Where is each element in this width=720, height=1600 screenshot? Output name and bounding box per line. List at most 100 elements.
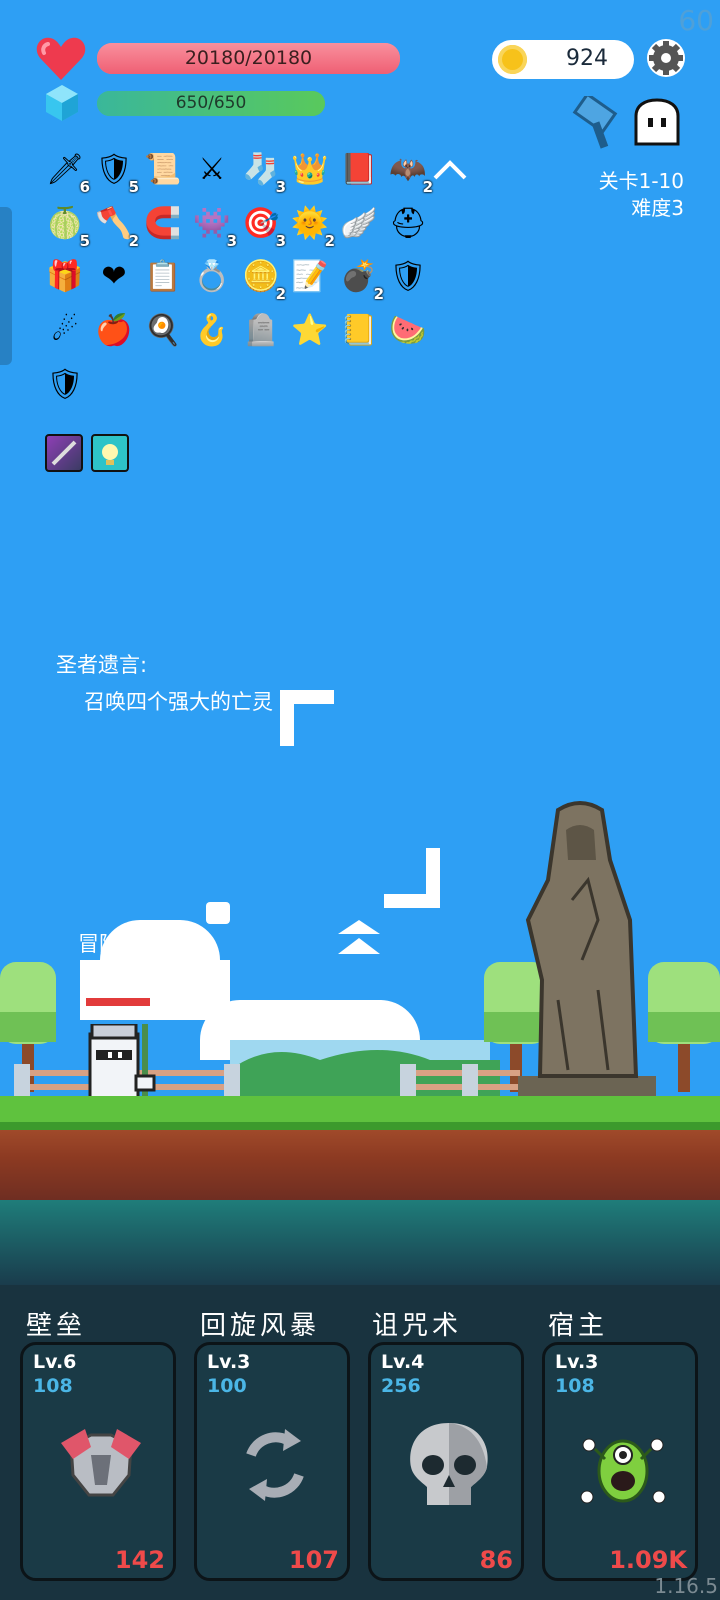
settings-gear-icon[interactable] <box>646 38 686 78</box>
skill-name: 宿主 <box>548 1311 609 1341</box>
skull-icon <box>399 1415 499 1515</box>
inventory-item[interactable]: 🍳 <box>140 307 186 353</box>
broadsword-icon: ⚔ <box>198 151 226 187</box>
active-skill-slot-slash[interactable] <box>45 434 83 472</box>
inventory-item[interactable]: 🎯 3 <box>238 200 286 251</box>
story-speaker: 圣者遗言: <box>56 653 148 677</box>
ghost-companion-icon[interactable] <box>632 98 682 148</box>
guardian-shield-icon: 🛡 <box>45 366 85 402</box>
checklist-icon: 📝 <box>291 258 329 294</box>
inventory-item[interactable]: 🛡 <box>42 361 88 407</box>
skill-level: Lv.6 <box>33 1351 77 1373</box>
stage-difficulty: 难度3 <box>631 196 684 220</box>
mp-bar: 650/650 <box>97 91 325 116</box>
angel-wing-icon: 🪽 <box>340 205 378 241</box>
hp-bar: 20180/20180 <box>97 43 400 74</box>
inventory-item[interactable]: 🍈 5 <box>42 200 90 251</box>
skill-card[interactable]: Lv.6 108 142 <box>20 1342 176 1581</box>
skill-card[interactable]: Lv.3 100 107 <box>194 1342 350 1581</box>
knight-hero[interactable] <box>86 1022 162 1102</box>
inventory-item[interactable]: 📒 <box>336 307 382 353</box>
heart-icon: ❤ <box>101 258 127 294</box>
collapse-chevron-icon[interactable] <box>432 158 468 182</box>
inventory-item[interactable]: 🍎 <box>91 307 137 353</box>
watermelon-icon: 🍉 <box>389 312 427 348</box>
active-skill-slot-light[interactable] <box>91 434 129 472</box>
inventory-item[interactable]: 🪓 2 <box>91 200 139 251</box>
item-count: 2 <box>128 232 139 250</box>
stage-level: 关卡1-10 <box>598 169 684 193</box>
inventory-item[interactable]: 📕 <box>336 146 382 192</box>
fried-egg-icon: 🍳 <box>144 312 182 348</box>
speed-up-chevrons-icon[interactable] <box>336 918 382 958</box>
inventory-item[interactable]: 📝 <box>287 253 333 299</box>
inventory-item[interactable]: 🪦 <box>238 307 284 353</box>
inventory-item[interactable]: 🌞 2 <box>287 200 335 251</box>
skill-card[interactable]: Lv.4 256 86 <box>368 1342 524 1581</box>
inventory-item[interactable]: ☄ <box>42 307 88 353</box>
skill-level: Lv.3 <box>207 1351 251 1373</box>
skill-name: 诅咒术 <box>372 1311 463 1341</box>
inventory-item[interactable]: 🧲 <box>140 200 186 246</box>
inventory-item[interactable]: ❤ <box>91 253 137 299</box>
inventory-item[interactable]: 🪽 <box>336 200 382 246</box>
inventory-item[interactable]: 🧦 3 <box>238 146 286 197</box>
red-shield-icon: 🛡 <box>388 258 428 294</box>
skill-damage: 1.09K <box>609 1546 687 1574</box>
skill-damage: 107 <box>288 1546 339 1574</box>
inventory-item[interactable]: ⛑ <box>385 200 431 246</box>
underground-water <box>0 1200 720 1285</box>
mana-crystal-icon <box>44 84 80 122</box>
hook-icon: 🪝 <box>193 312 231 348</box>
fps-counter: 60 <box>678 4 714 37</box>
inventory-item[interactable]: 👾 3 <box>189 200 237 251</box>
item-count: 2 <box>275 285 286 303</box>
mp-text: 650/650 <box>175 93 247 113</box>
gold-coin-icon <box>498 45 527 74</box>
skill-power: 108 <box>555 1375 595 1397</box>
golden-book-icon: 📒 <box>340 312 378 348</box>
item-count: 5 <box>79 232 90 250</box>
inventory-item[interactable]: ⭐ <box>287 307 333 353</box>
skill-power: 108 <box>33 1375 73 1397</box>
inventory-item[interactable]: 🛡 5 <box>91 146 139 197</box>
inventory-item[interactable]: 🪝 <box>189 307 235 353</box>
armor-icon <box>51 1415 151 1515</box>
inventory-item[interactable]: 💍 <box>189 253 235 299</box>
target-reticle <box>280 690 440 910</box>
skill-name: 壁垒 <box>26 1311 87 1341</box>
saint-statue <box>518 800 656 1100</box>
apple-icon: 🍎 <box>95 312 133 348</box>
ground-grass-edge <box>0 1122 720 1130</box>
inventory-item[interactable]: 🦇 2 <box>385 146 433 197</box>
adventure-label: 冒险 <box>78 932 120 956</box>
viking-helmet-icon: ⛑ <box>388 205 428 241</box>
skill-card[interactable]: Lv.3 108 1.09K <box>542 1342 698 1581</box>
item-count: 6 <box>79 178 90 196</box>
inventory-item[interactable]: 🎁 <box>42 253 88 299</box>
inventory-item[interactable]: 🗡 6 <box>42 146 90 197</box>
magnet-icon: 🧲 <box>144 205 182 241</box>
inventory-item[interactable]: 👑 <box>287 146 333 192</box>
item-count: 3 <box>275 232 286 250</box>
tree <box>648 962 720 1092</box>
skill-name: 回旋风暴 <box>200 1311 321 1341</box>
inventory-item[interactable]: ⚔ <box>189 146 235 192</box>
hero-hp-bar <box>86 998 150 1006</box>
inventory-item[interactable]: 💣 2 <box>336 253 384 304</box>
tombstone-icon: 🪦 <box>242 312 280 348</box>
inventory-item[interactable]: 🪙 2 <box>238 253 286 304</box>
side-drawer-tab[interactable] <box>0 207 12 365</box>
whirlwind-icon <box>225 1415 325 1515</box>
inventory-item[interactable]: 📋 <box>140 253 186 299</box>
inventory-item[interactable]: 📜 <box>140 146 186 192</box>
item-count: 2 <box>373 285 384 303</box>
inventory-item[interactable]: 🍉 <box>385 307 431 353</box>
coin-counter[interactable]: 924 <box>492 40 634 79</box>
skill-level: Lv.3 <box>555 1351 599 1373</box>
ground-dirt <box>0 1130 720 1200</box>
skill-level: Lv.4 <box>381 1351 425 1373</box>
inventory-item[interactable]: 🛡 <box>385 253 431 299</box>
skull-book-icon: 📕 <box>340 151 378 187</box>
hammer-tool-icon[interactable] <box>572 92 626 150</box>
